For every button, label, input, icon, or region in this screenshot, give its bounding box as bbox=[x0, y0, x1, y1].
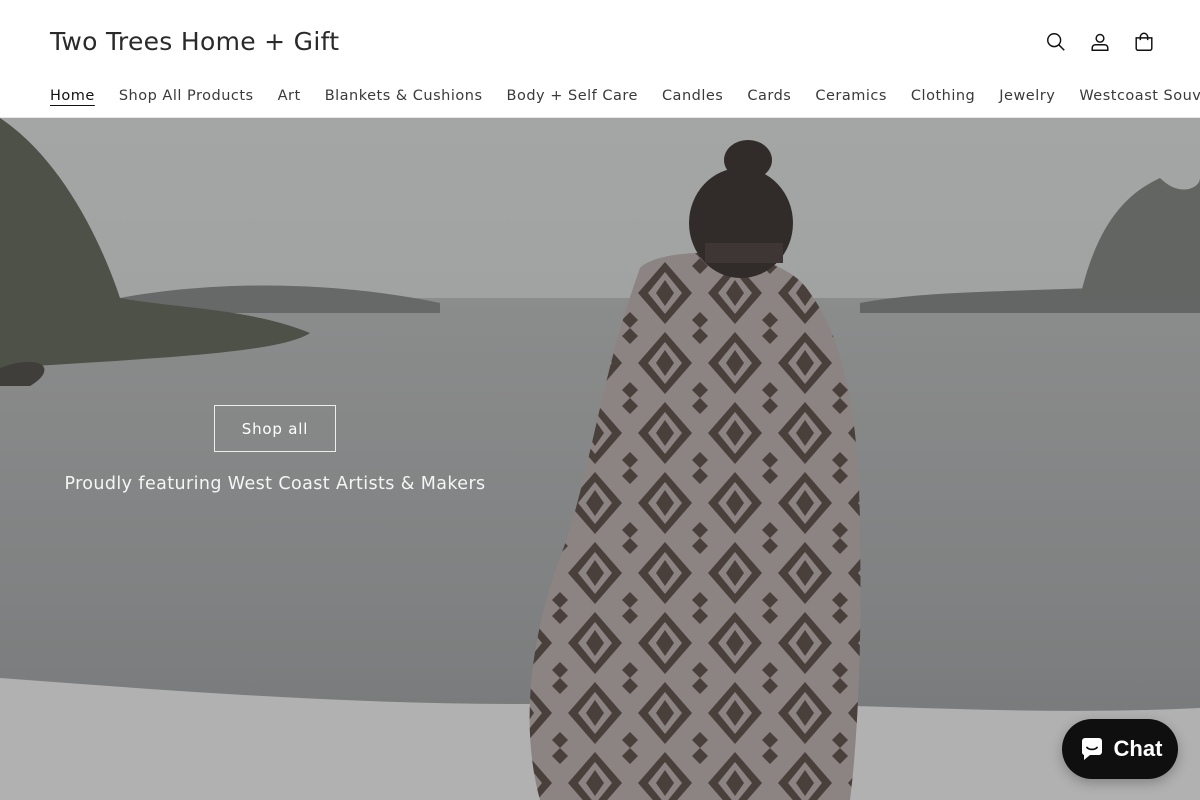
header-icons bbox=[1038, 20, 1162, 64]
main-nav: Home Shop All Products Art Blankets & Cu… bbox=[38, 84, 1200, 108]
chat-bubble-icon bbox=[1081, 738, 1102, 760]
nav-item-home[interactable]: Home bbox=[38, 84, 107, 108]
nav-item-body-self-care[interactable]: Body + Self Care bbox=[495, 84, 650, 108]
nav-item-jewelry[interactable]: Jewelry bbox=[987, 84, 1067, 108]
cart-icon[interactable] bbox=[1126, 20, 1162, 64]
site-header: Two Trees Home + Gift Home Shop All Prod… bbox=[0, 0, 1200, 118]
account-icon[interactable] bbox=[1082, 20, 1118, 64]
shop-all-button[interactable]: Shop all bbox=[214, 405, 336, 452]
search-icon[interactable] bbox=[1038, 20, 1074, 64]
nav-item-westcoast-souvenir[interactable]: Westcoast Souvenir bbox=[1067, 84, 1200, 108]
nav-item-art[interactable]: Art bbox=[266, 84, 313, 108]
hero-banner: Shop all Proudly featuring West Coast Ar… bbox=[0, 118, 1200, 800]
nav-item-candles[interactable]: Candles bbox=[650, 84, 735, 108]
nav-item-clothing[interactable]: Clothing bbox=[899, 84, 987, 108]
nav-item-blankets-cushions[interactable]: Blankets & Cushions bbox=[313, 84, 495, 108]
nav-item-cards[interactable]: Cards bbox=[735, 84, 803, 108]
chat-widget-button[interactable]: Chat bbox=[1062, 719, 1178, 779]
nav-item-ceramics[interactable]: Ceramics bbox=[803, 84, 899, 108]
chat-label: Chat bbox=[1113, 736, 1163, 761]
hero-overlay bbox=[0, 118, 1200, 800]
hero-tagline: Proudly featuring West Coast Artists & M… bbox=[64, 474, 486, 494]
store-logo-text[interactable]: Two Trees Home + Gift bbox=[50, 27, 339, 56]
nav-item-shop-all-products[interactable]: Shop All Products bbox=[107, 84, 266, 108]
